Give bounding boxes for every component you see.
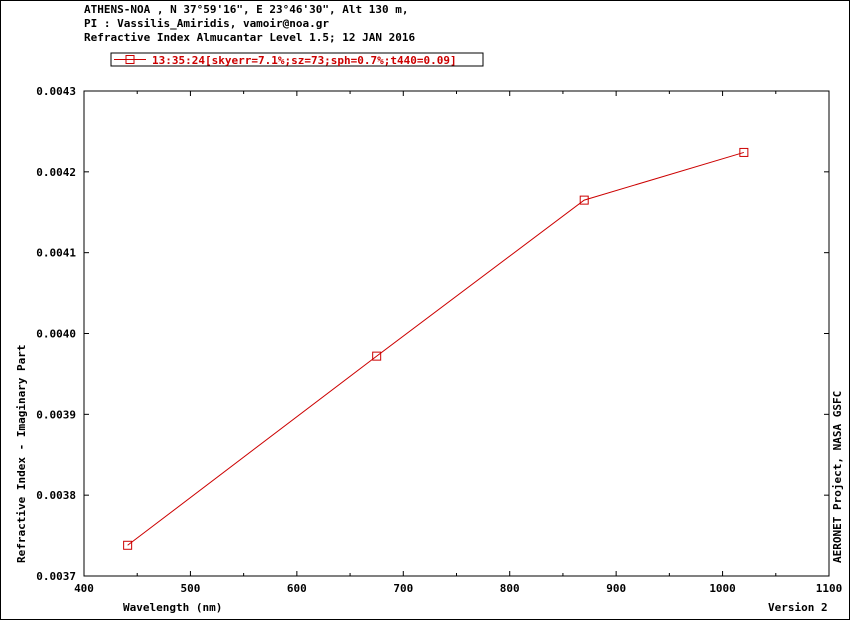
legend-entry-label: 13:35:24[skyerr=7.1%;sz=73;sph=0.7%;t440… [152, 54, 457, 67]
y-tick-label: 0.0040 [36, 328, 76, 341]
y-tick-label: 0.0042 [36, 166, 76, 179]
x-axis-label: Wavelength (nm) [123, 601, 223, 614]
x-axis: 400 500 600 700 800 900 1000 1100 [74, 91, 842, 595]
y-axis: 0.0037 0.0038 0.0039 0.0040 0.0041 0.0042 0.00… [36, 85, 829, 583]
series-line [127, 151, 745, 546]
x-tick-label: 500 [180, 582, 200, 595]
plot-area [83, 90, 830, 577]
version-label: Version 2 [768, 601, 828, 614]
refractive-index-chart: 13:35:24[skyerr=7.1%;sz=73;sph=0.7%;t440… [36, 52, 842, 595]
x-tick-label: 900 [606, 582, 626, 595]
y-tick-label: 0.0038 [36, 489, 76, 502]
series-group [123, 147, 749, 550]
x-tick-label: 700 [393, 582, 413, 595]
y-tick-label: 0.0039 [36, 408, 76, 421]
x-tick-label: 1000 [709, 582, 736, 595]
x-tick-label: 600 [287, 582, 307, 595]
y-axis-label: Refractive Index - Imaginary Part [15, 344, 28, 563]
x-tick-label: 400 [74, 582, 94, 595]
y-tick-label: 0.0043 [36, 85, 76, 98]
x-tick-label: 800 [500, 582, 520, 595]
credit-label: AERONET Project, NASA GSFC [831, 390, 844, 563]
x-tick-label: 1100 [816, 582, 843, 595]
y-tick-label: 0.0037 [36, 570, 76, 583]
y-tick-label: 0.0041 [36, 247, 76, 260]
chart-legend: 13:35:24[skyerr=7.1%;sz=73;sph=0.7%;t440… [110, 52, 484, 67]
